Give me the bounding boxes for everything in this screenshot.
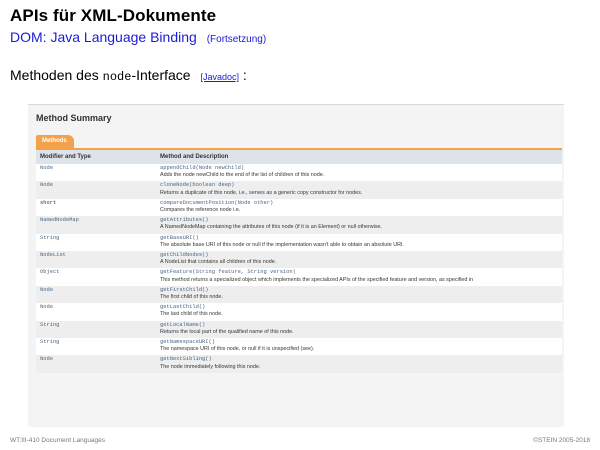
subtitle-text: DOM: Java Language Binding [10,29,197,45]
return-type[interactable]: Object [40,269,59,275]
column-header-method: Method and Description [156,150,562,164]
table-body: Node appendChild(Node newChild) Adds the n… [36,164,562,373]
type-cell: NodeList [36,251,156,269]
table-header-row: Modifier and Type Method and Description [36,150,562,164]
table-row: Node getNextSibling() The node immediately… [36,355,562,373]
type-cell: Node [36,355,156,373]
method-summary-heading: Method Summary [36,113,112,123]
return-type[interactable]: String [40,339,59,345]
method-description: A NodeList that contains all children of… [160,259,277,266]
method-summary-table: Modifier and Type Method and Description… [36,150,562,373]
method-cell: getLocalName() Returns the local part of … [156,320,562,339]
method-description: The node immediately following this node… [160,363,261,370]
type-cell: Node [36,303,156,321]
method-signature-link[interactable]: getLastChild() [160,304,558,311]
method-cell: cloneNode(boolean deep) Returns a duplica… [156,181,562,199]
method-signature-link[interactable]: getBaseURI() [160,235,558,242]
subtitle-note: (Fortsetzung) [206,34,267,45]
method-signature-link[interactable]: cloneNode(boolean deep) [160,182,558,189]
method-description: The namespace URI of this node, or null … [160,346,315,353]
column-header-type: Modifier and Type [36,150,156,164]
return-type[interactable]: Node [40,182,53,188]
method-cell: compareDocumentPosition(Node other) Compa… [156,198,562,217]
intro-line: Methoden des node-Interface [Javadoc] : [10,67,247,84]
return-type[interactable]: String [40,322,59,328]
type-cell: String [36,338,156,356]
method-signature-link[interactable]: appendChild(Node newChild) [160,165,558,172]
method-description: The last child of this node. [160,311,223,318]
javadoc-link[interactable]: [Javadoc] [200,72,239,82]
footer-copyright: ©STEIN 2005-2018 [533,437,590,444]
table-row: NodeList getChildNodes() A NodeList that c… [36,251,562,269]
method-description: Adds the node newChild to the end of the… [160,172,325,179]
return-type[interactable]: Node [40,287,53,293]
type-cell: Node [36,285,156,304]
intro-colon: : [239,67,247,83]
method-description: Returns the local part of the qualified … [160,328,294,335]
method-signature-link[interactable]: compareDocumentPosition(Node other) [160,200,558,207]
table-row: Node appendChild(Node newChild) Adds the n… [36,164,562,182]
table-row: Node cloneNode(boolean deep) Returns a dup… [36,181,562,199]
table-row: String getBaseURI() The absolute base URI … [36,233,562,252]
method-signature-link[interactable]: getChildNodes() [160,252,558,259]
method-cell: getFeature(String feature, String versio… [156,268,562,286]
type-cell: Object [36,268,156,286]
intro-prefix: Methoden des [10,67,103,83]
method-description: Returns a duplicate of this node, i.e., … [160,189,363,196]
method-cell: getAttributes() A NamedNodeMap containing… [156,216,562,234]
intro-suffix: -Interface [131,67,195,83]
method-cell: getFirstChild() The first child of this n… [156,285,562,304]
intro-code: node [102,70,132,84]
type-cell: Node [36,164,156,182]
method-description: The first child of this node. [160,294,223,301]
type-cell: String [36,320,156,339]
method-description: This method returns a specialized object… [160,276,474,283]
method-cell: getNamespaceURI() The namespace URI of th… [156,338,562,356]
return-type[interactable]: String [40,235,59,241]
slide-title: APIs für XML-Dokumente [10,6,217,25]
method-signature-link[interactable]: getNextSibling() [160,356,558,363]
type-cell: NamedNodeMap [36,216,156,234]
method-signature-link[interactable]: getAttributes() [160,217,558,224]
method-description: A NamedNodeMap containing the attributes… [160,224,383,231]
table-row: Node getLastChild() The last child of this… [36,303,562,321]
method-cell: getChildNodes() A NodeList that contains … [156,251,562,269]
footer-course: WT:III-410 Document Languages [10,437,106,444]
method-signature-link[interactable]: getNamespaceURI() [160,339,558,346]
return-type[interactable]: Node [40,304,53,310]
tab-methods[interactable]: Methods [36,135,74,148]
method-signature-link[interactable]: getFirstChild() [160,287,558,294]
table-row: short compareDocumentPosition(Node other)… [36,198,562,217]
return-type[interactable]: NodeList [40,252,66,258]
method-summary-panel: Method Summary Methods Modifier and Type… [28,104,564,427]
table-row: NamedNodeMap getAttributes() A NamedNodeMa… [36,216,562,234]
table-row: Node getFirstChild() The first child of th… [36,285,562,304]
table-row: String getLocalName() Returns the local pa… [36,320,562,339]
return-type: short [40,199,57,206]
type-cell: Node [36,181,156,199]
type-cell: String [36,233,156,252]
return-type[interactable]: Node [40,356,53,362]
slide-subtitle: DOM: Java Language Binding (Fortsetzung) [10,29,266,45]
method-cell: getLastChild() The last child of this nod… [156,303,562,321]
return-type[interactable]: Node [40,165,53,171]
method-description: Compares the reference node i.e. [160,207,241,214]
table-row: String getNamespaceURI() The namespace URI… [36,338,562,356]
method-description: The absolute base URI of this node or nu… [160,241,405,248]
method-cell: appendChild(Node newChild) Adds the node … [156,164,562,182]
method-cell: getNextSibling() The node immediately fol… [156,355,562,373]
method-signature-link[interactable]: getLocalName() [160,322,558,329]
type-cell: short [36,198,156,217]
table-row: Object getFeature(String feature, String … [36,268,562,286]
method-cell: getBaseURI() The absolute base URI of thi… [156,233,562,252]
return-type[interactable]: NamedNodeMap [40,217,79,223]
method-signature-link[interactable]: getFeature(String feature, String versio… [160,269,558,276]
